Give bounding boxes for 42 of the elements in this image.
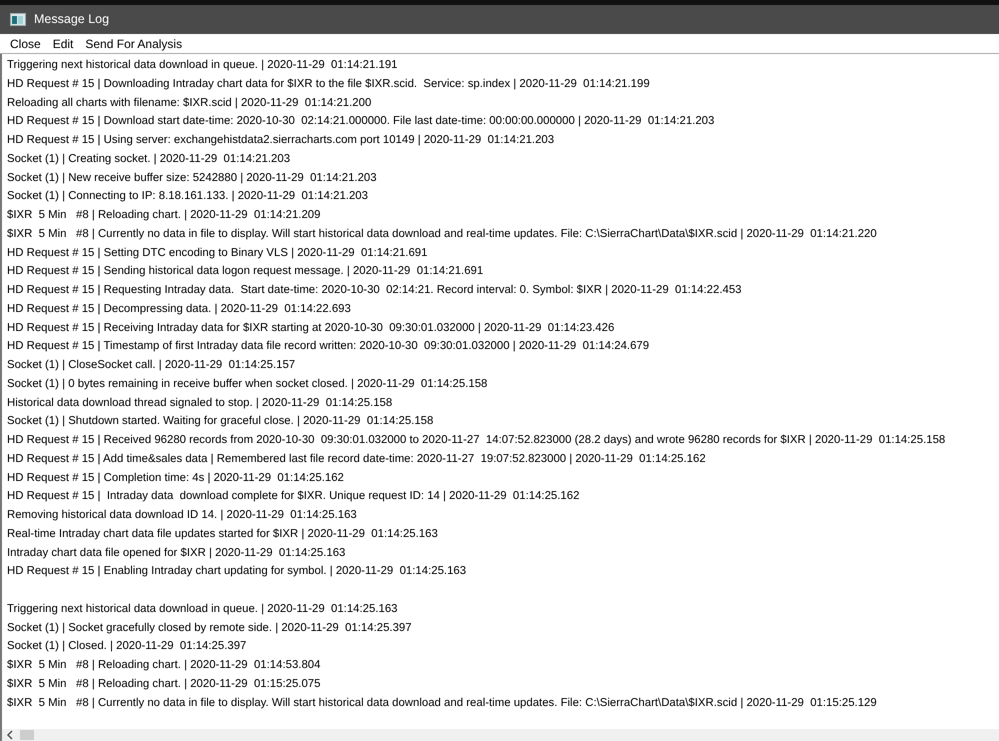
- log-line: HD Request # 15 | Add time&sales data | Remembered last file record date-time: 2020-11-27 19:07:52.823000 | 2020-11-29 01:14:25.162: [7, 452, 706, 467]
- log-line: HD Request # 15 | Requesting Intraday data. Start date-time: 2020-10-30 02:14:21. Record interval: 0. Symbol: $IXR | 2020-11-29 01:14:22.453: [7, 283, 742, 298]
- log-line: Removing historical data download ID 14. | 2020-11-29 01:14:25.163: [7, 508, 357, 523]
- menu-item[interactable]: Close: [4, 34, 47, 52]
- log-line: Socket (1) | Closed. | 2020-11-29 01:14:25.397: [7, 639, 246, 654]
- log-line: Historical data download thread signaled to stop. | 2020-11-29 01:14:25.158: [7, 396, 392, 410]
- log-line: Real-time Intraday chart data file updates started for $IXR | 2020-11-29 01:14:25.163: [7, 526, 438, 542]
- log-line: $IXR 5 Min #8 | Reloading chart. | 2020-11-29 01:15:25.075: [7, 676, 320, 692]
- log-line: HD Request # 15 | Intraday data download complete for $IXR. Unique request ID: 14 | 2020-11-29 01:14:25.162: [7, 489, 580, 504]
- log-line: Socket (1) | Shutdown started. Waiting for graceful close. | 2020-11-29 01:14:25.158: [7, 414, 434, 430]
- horizontal-scrollbar[interactable]: [0, 729, 999, 741]
- log-line: HD Request # 15 | Completion time: 4s | 2020-11-29 01:14:25.162: [7, 470, 344, 486]
- log-line: HD Request # 15 | Using server: exchangehistdata2.sierracharts.com port 10149 | 2020-11-29 01:14:21.203: [7, 133, 554, 148]
- log-line: Triggering next historical data download in queue. | 2020-11-29 01:14:25.163: [7, 602, 398, 617]
- log-line: $IXR 5 Min #8 | Reloading chart. | 2020-11-29 01:14:53.804: [7, 658, 320, 673]
- log-line: HD Request # 15 | Enabling Intraday chart updating for symbol. | 2020-11-29 01:14:25.163: [7, 564, 466, 580]
- log-line: Socket (1) | 0 bytes remaining in receive buffer when socket closed. | 2020-11-29 01:14:25.158: [7, 376, 488, 392]
- log-line: HD Request # 15 | Downloading Intraday chart data for $IXR to the file $IXR.scid. Service: sp.index | 2020-11-29 01:14:21.199: [7, 76, 650, 92]
- log-line: Triggering next historical data download in queue. | 2020-11-29 01:14:21.191: [7, 58, 398, 73]
- window-title: Message Log: [34, 11, 110, 28]
- log-line: Socket (1) | Creating socket. | 2020-11-29 01:14:21.203: [7, 152, 290, 167]
- log-line: HD Request # 15 | Received 96280 records from 2020-10-30 09:30:01.032000 to 2020-11-27 14:07:52.823000 (28.2 days) and wrote 96280 records for $IXR | 2020-11-29 01:14:25.158: [7, 433, 946, 448]
- log-line: Reloading all charts with filename: $IXR.scid | 2020-11-29 01:14:21.200: [7, 96, 372, 110]
- log-line: $IXR 5 Min #8 | Currently no data in file to display. Will start historical data download and real-time updates. File: C:\SierraChart\Data\$IXR.scid | 2020-11-29 01:14:21.220: [7, 226, 877, 242]
- scroll-left-icon[interactable]: [6, 730, 14, 740]
- log-line: HD Request # 15 | Setting DTC encoding to Binary VLS | 2020-11-29 01:14:21.691: [7, 246, 428, 260]
- log-line: $IXR 5 Min #8 | Reloading chart. | 2020-11-29 01:14:21.209: [7, 208, 320, 223]
- log-line: $IXR 5 Min #8 | Currently no data in file to display. Will start historical data download and real-time updates. File: C:\SierraChart\Data\$IXR.scid | 2020-11-29 01:15:25.129: [7, 696, 877, 710]
- log-line: Socket (1) | Socket gracefully closed by remote side. | 2020-11-29 01:14:25.397: [7, 620, 412, 636]
- log-line: HD Request # 15 | Receiving Intraday data for $IXR starting at 2020-10-30 09:30:01.032000 | 2020-11-29 01:14:23.426: [7, 320, 614, 336]
- menu-item[interactable]: Send For Analysis: [79, 34, 188, 52]
- log-line: Socket (1) | New receive buffer size: 5242880 | 2020-11-29 01:14:21.203: [7, 170, 377, 186]
- log-line: Socket (1) | Connecting to IP: 8.18.161.133. | 2020-11-29 01:14:21.203: [7, 189, 368, 204]
- log-line: Intraday chart data file opened for $IXR | 2020-11-29 01:14:25.163: [7, 546, 346, 560]
- menu-item[interactable]: Edit: [46, 34, 80, 52]
- log-line: HD Request # 15 | Decompressing data. | 2020-11-29 01:14:22.693: [7, 302, 351, 317]
- log-line: HD Request # 15 | Timestamp of first Intraday data file record written: 2020-10-30 09:30:01.032000 | 2020-11-29 01:14:24.679: [7, 339, 650, 354]
- app-icon: [10, 13, 26, 26]
- log-line: HD Request # 15 | Sending historical data logon request message. | 2020-11-29 01:14:21.691: [7, 264, 484, 280]
- log-line: Socket (1) | CloseSocket call. | 2020-11-29 01:14:25.157: [7, 358, 296, 373]
- log-line: HD Request # 15 | Download start date-time: 2020-10-30 02:14:21.000000. File last date-time: 00:00:00.000000 | 2020-11-29 01:14:21.203: [7, 114, 714, 130]
- scrollbar-thumb[interactable]: [20, 730, 34, 740]
